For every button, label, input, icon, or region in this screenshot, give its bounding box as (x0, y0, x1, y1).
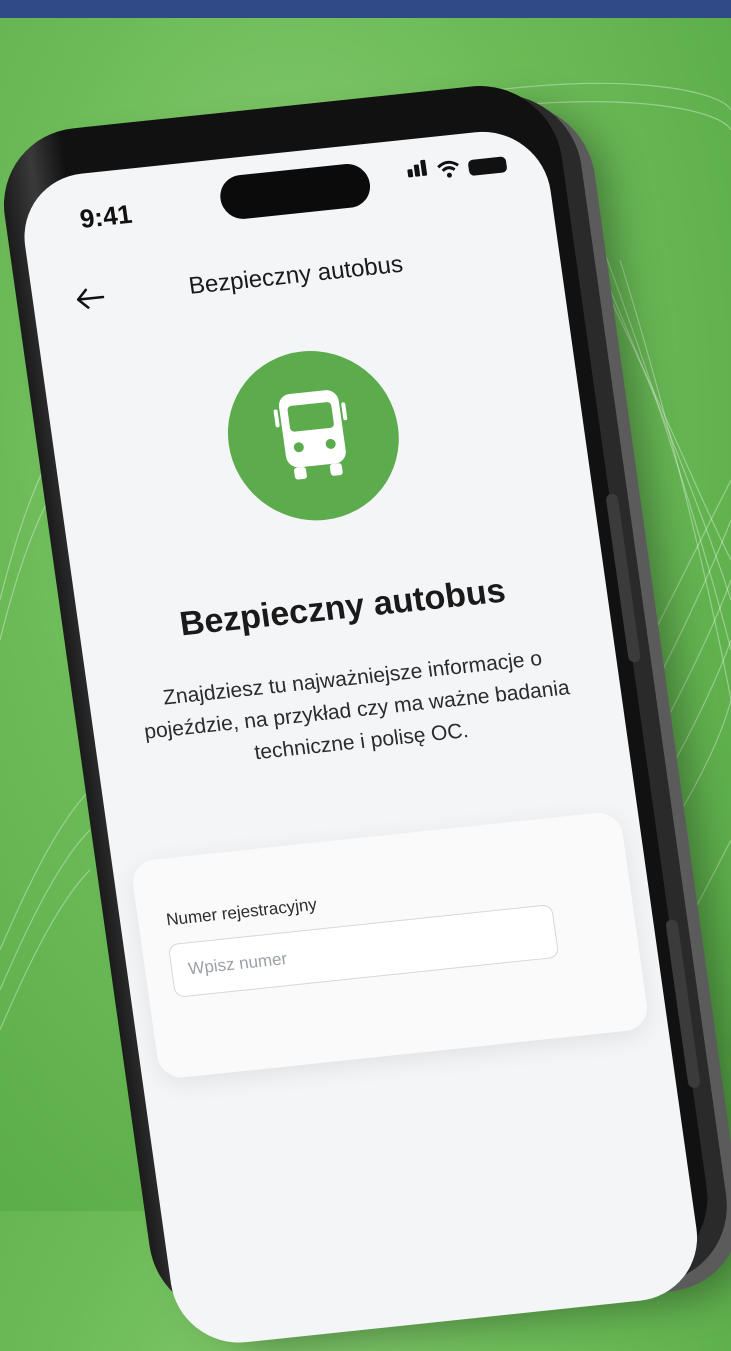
battery-icon (467, 156, 508, 177)
status-time: 9:41 (77, 198, 134, 234)
registration-number-label: Numer rejestracyjny (164, 894, 319, 930)
page-description: Znajdziesz tu najważniejsze informacje o… (142, 646, 572, 765)
signal-icon (406, 159, 430, 182)
page-headline: Bezpieczny autobus (177, 571, 508, 644)
bus-icon (273, 390, 348, 480)
status-icons (406, 151, 508, 182)
nav-title: Bezpieczny autobus (187, 250, 405, 300)
dynamic-island (217, 161, 373, 222)
wifi-icon (437, 160, 459, 178)
registration-form-card: Numer rejestracyjny (129, 810, 651, 1080)
bus-icon-badge (216, 342, 410, 529)
